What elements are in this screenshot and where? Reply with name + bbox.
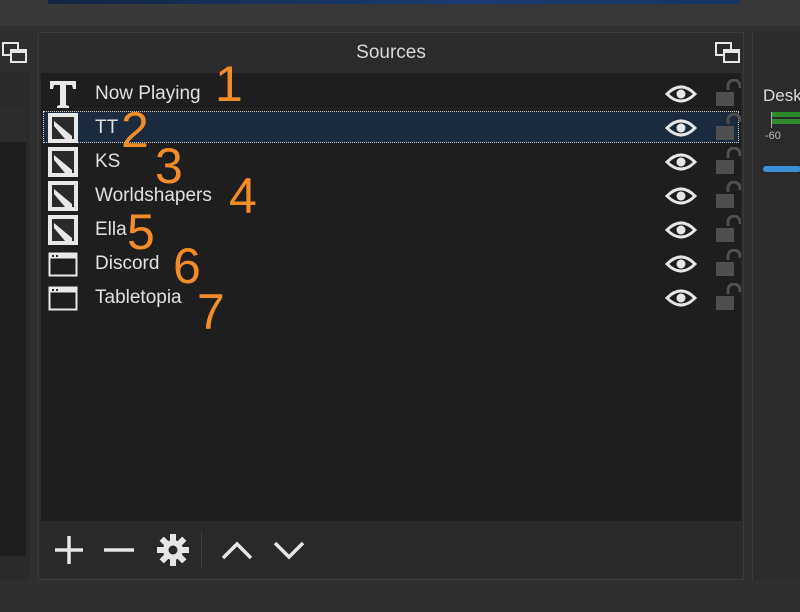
audio-mixer-dock: Desk -60 — [752, 32, 800, 580]
undock-icon[interactable] — [2, 42, 28, 69]
toolbar-separator — [201, 531, 202, 569]
source-item[interactable]: Tabletopia — [43, 281, 742, 316]
visibility-eye-icon[interactable] — [664, 187, 698, 210]
image-source-icon — [47, 112, 79, 144]
volume-meter — [771, 119, 800, 124]
window-capture-icon — [47, 282, 79, 314]
unlock-icon[interactable] — [715, 214, 742, 248]
move-up-icon[interactable] — [217, 530, 257, 570]
unlock-icon[interactable] — [715, 146, 742, 180]
annotation-number: 2 — [121, 102, 149, 158]
top-area — [0, 0, 800, 26]
annotation-number: 4 — [229, 168, 257, 224]
gear-icon[interactable] — [153, 530, 193, 570]
source-name: TT — [95, 117, 119, 138]
image-source-icon — [47, 146, 79, 178]
meter-tick — [771, 112, 772, 128]
unlock-icon[interactable] — [715, 282, 742, 316]
image-source-icon — [47, 214, 79, 246]
undock-icon[interactable] — [715, 42, 741, 69]
volume-meter — [771, 112, 800, 117]
unlock-icon[interactable] — [715, 78, 742, 112]
sources-toolbar — [41, 523, 741, 577]
annotation-number: 1 — [215, 56, 243, 112]
text-source-icon — [47, 78, 79, 110]
window-capture-icon — [47, 248, 79, 280]
sources-dock: Sources Now Playing TT KS Worldshapers E… — [38, 32, 744, 580]
unlock-icon[interactable] — [715, 180, 742, 214]
bottom-area — [0, 580, 800, 612]
annotation-number: 7 — [197, 284, 225, 340]
visibility-eye-icon[interactable] — [664, 289, 698, 312]
image-source-icon — [47, 180, 79, 212]
dock-title: Sources — [356, 42, 426, 63]
visibility-eye-icon[interactable] — [664, 221, 698, 244]
source-name: KS — [95, 151, 121, 172]
visibility-eye-icon[interactable] — [664, 153, 698, 176]
unlock-icon[interactable] — [715, 248, 742, 282]
source-name: Tabletopia — [95, 287, 182, 308]
scenes-list[interactable] — [0, 108, 26, 556]
unlock-icon[interactable] — [715, 112, 742, 146]
mixer-channel-label: Desk — [763, 86, 800, 105]
meter-scale-label: -60 — [765, 130, 781, 142]
preview-edge — [48, 0, 740, 4]
remove-icon[interactable] — [99, 530, 139, 570]
volume-slider[interactable] — [763, 166, 800, 172]
move-down-icon[interactable] — [269, 530, 309, 570]
visibility-eye-icon[interactable] — [664, 85, 698, 108]
source-name: Ella — [95, 219, 127, 240]
scene-selected-row[interactable] — [0, 108, 26, 142]
visibility-eye-icon[interactable] — [664, 255, 698, 278]
add-icon[interactable] — [49, 530, 89, 570]
scenes-dock — [0, 32, 30, 580]
annotation-number: 5 — [127, 204, 155, 260]
visibility-eye-icon[interactable] — [664, 119, 698, 142]
annotation-number: 3 — [155, 138, 183, 194]
